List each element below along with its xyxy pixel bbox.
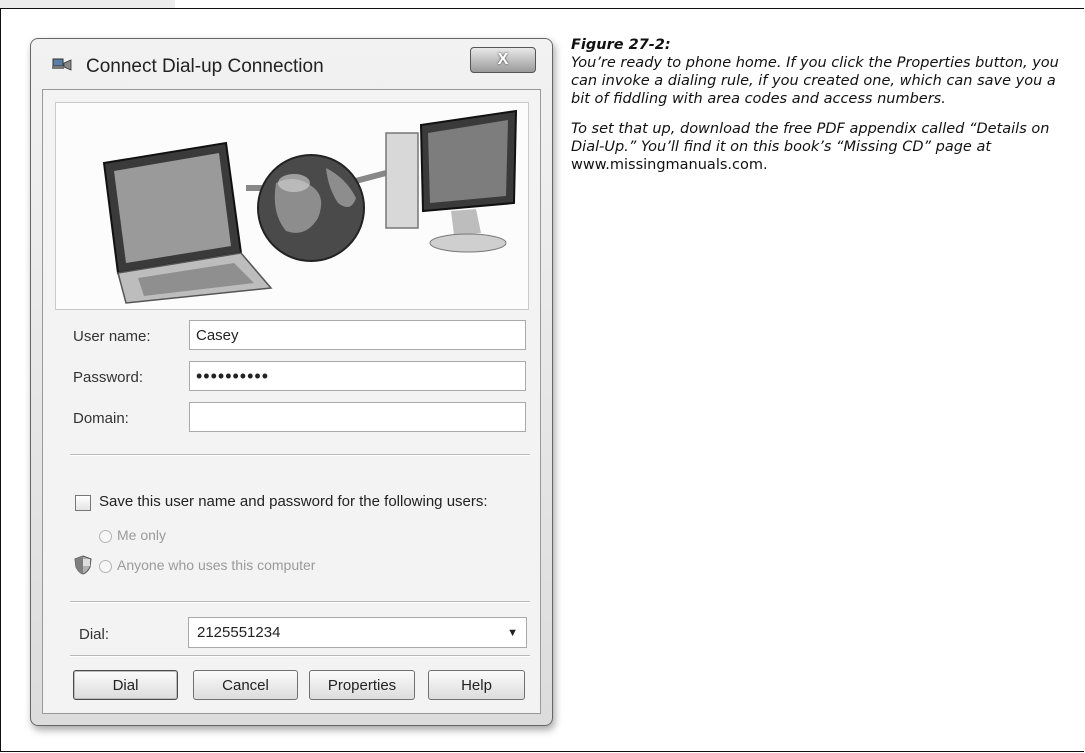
divider xyxy=(70,454,530,456)
caption-url: www.missingmanuals.com. xyxy=(571,157,768,173)
close-icon: X xyxy=(497,51,509,68)
caption-title: Figure 27-2: xyxy=(571,37,671,53)
laptop-icon xyxy=(102,141,273,304)
properties-button[interactable]: Properties xyxy=(309,670,415,700)
password-field[interactable] xyxy=(189,361,526,391)
figure-caption: Figure 27-2: You’re ready to phone home.… xyxy=(571,36,1076,186)
dial-number-value: 2125551234 xyxy=(197,624,281,641)
divider xyxy=(70,601,530,603)
globe-icon xyxy=(257,154,365,262)
password-label: Password: xyxy=(73,369,144,386)
window-title: Connect Dial-up Connection xyxy=(86,56,324,77)
dial-label: Dial: xyxy=(79,626,110,643)
dialup-dialog: Connect Dial-up Connection X User name: … xyxy=(30,38,553,726)
shield-icon xyxy=(74,555,92,575)
save-credentials-label[interactable]: Save this user name and password for the… xyxy=(99,493,488,510)
caption-paragraph-1: You’re ready to phone home. If you click… xyxy=(571,55,1059,107)
dialup-connection-icon xyxy=(52,58,72,71)
username-label: User name: xyxy=(73,328,151,345)
close-button[interactable]: X xyxy=(470,47,536,73)
domain-field[interactable] xyxy=(189,402,526,432)
domain-label: Domain: xyxy=(73,410,129,427)
connection-illustration xyxy=(55,102,529,310)
title-bar: Connect Dial-up Connection X xyxy=(31,39,552,89)
help-button[interactable]: Help xyxy=(428,670,525,700)
dialog-client-area: User name: Password: Domain: Save this u… xyxy=(42,89,541,714)
cancel-button[interactable]: Cancel xyxy=(193,670,298,700)
divider xyxy=(70,655,530,657)
username-field[interactable] xyxy=(189,320,526,350)
radio-me-only-label: Me only xyxy=(117,527,167,543)
desktop-computer-icon xyxy=(385,109,518,253)
radio-anyone-label: Anyone who uses this computer xyxy=(117,557,316,573)
dial-number-select[interactable]: 2125551234 ▼ xyxy=(188,617,527,648)
caption-paragraph-2: To set that up, download the free PDF ap… xyxy=(571,120,1076,174)
dropdown-arrow-icon[interactable]: ▼ xyxy=(507,627,518,639)
caption-paragraph-2-text: To set that up, download the free PDF ap… xyxy=(571,121,1050,155)
dial-button[interactable]: Dial xyxy=(73,670,178,700)
radio-anyone[interactable] xyxy=(99,560,112,573)
save-credentials-checkbox[interactable] xyxy=(75,495,91,511)
radio-me-only[interactable] xyxy=(99,530,112,543)
